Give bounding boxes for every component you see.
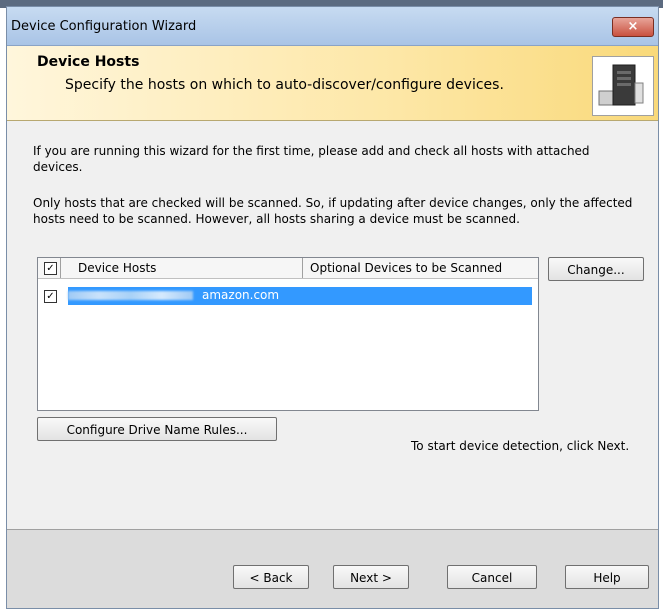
list-header: ✓ Device Hosts Optional Devices to be Sc… [38, 258, 538, 279]
cancel-button[interactable]: Cancel [447, 565, 537, 589]
server-icon [592, 56, 654, 116]
column-optional-devices[interactable]: Optional Devices to be Scanned [310, 261, 502, 275]
title-bar[interactable]: Device Configuration Wizard × [7, 7, 658, 46]
host-name: amazon.com [202, 288, 280, 302]
page-title: Device Hosts [37, 54, 140, 70]
close-button[interactable]: × [612, 17, 654, 37]
page-subtitle: Specify the hosts on which to auto-disco… [65, 77, 504, 93]
help-button[interactable]: Help [565, 565, 649, 589]
close-icon: × [627, 19, 639, 34]
scan-note-text: Only hosts that are checked will be scan… [33, 196, 633, 226]
wizard-header: Device Hosts Specify the hosts on which … [7, 46, 658, 121]
column-divider [60, 258, 61, 278]
next-button[interactable]: Next > [333, 565, 409, 589]
device-hosts-list[interactable]: ✓ Device Hosts Optional Devices to be Sc… [37, 257, 539, 411]
column-device-hosts[interactable]: Device Hosts [78, 261, 156, 275]
next-hint-text: To start device detection, click Next. [411, 439, 630, 453]
host-row[interactable]: ✓ amazon.com [38, 286, 538, 306]
footer-separator [7, 529, 658, 530]
host-checkbox[interactable]: ✓ [44, 290, 57, 303]
back-button[interactable]: < Back [233, 565, 309, 589]
change-button[interactable]: Change... [548, 257, 644, 281]
select-all-checkbox[interactable]: ✓ [44, 262, 57, 275]
redacted-hostname [68, 291, 193, 300]
column-divider [302, 258, 303, 278]
intro-text: If you are running this wizard for the f… [33, 144, 590, 174]
wizard-window: Device Configuration Wizard × Device Hos… [6, 6, 659, 609]
window-title: Device Configuration Wizard [11, 19, 197, 34]
configure-drive-name-rules-button[interactable]: Configure Drive Name Rules... [37, 417, 277, 441]
